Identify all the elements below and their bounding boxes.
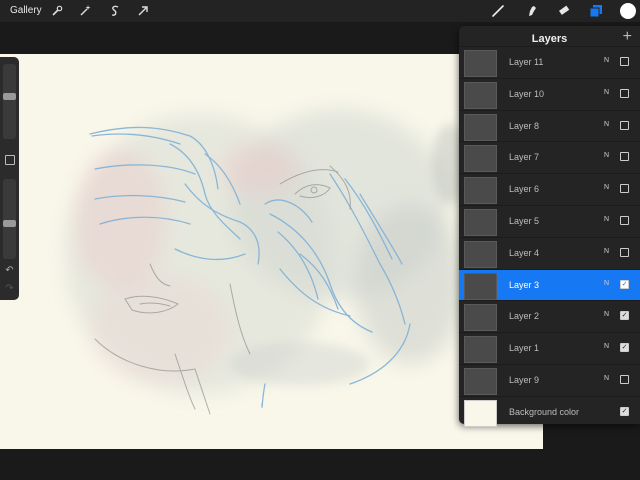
blend-mode-label[interactable]: N [604,152,609,159]
smudge-icon[interactable] [525,4,539,18]
eraser-icon[interactable] [557,4,571,18]
layer-name: Layer 7 [509,152,540,163]
layer-visibility-checkbox[interactable] [620,216,629,225]
selection-s-icon[interactable] [108,4,122,18]
layer-name: Layer 3 [509,279,540,290]
wrench-icon[interactable] [50,4,64,18]
layer-row[interactable]: Layer 1 N ✓ [459,332,640,364]
layer-thumbnail [464,336,497,364]
layer-name: Layer 2 [509,311,540,322]
layer-thumbnail [464,368,497,395]
layer-row[interactable]: Layer 9 N [459,364,640,396]
blend-mode-label[interactable]: N [604,311,609,318]
layer-thumbnail [464,81,497,109]
layer-thumbnail [464,400,497,427]
layer-visibility-checkbox[interactable] [620,120,629,130]
gallery-button[interactable]: Gallery [10,5,42,16]
layer-thumbnail [464,240,497,268]
undo-icon[interactable]: ↶ [3,265,16,277]
blend-mode-label[interactable]: N [604,184,609,191]
layer-visibility-checkbox[interactable] [620,57,629,66]
layer-visibility-checkbox[interactable]: ✓ [620,407,629,416]
layer-visibility-checkbox[interactable] [620,184,629,194]
redo-icon[interactable]: ↷ [3,283,16,295]
color-swatch[interactable] [620,3,636,19]
layer-row[interactable]: Layer 10 N [459,77,640,110]
layers-title: Layers [531,33,568,45]
eyedropper-square[interactable] [5,155,15,165]
blend-mode-label[interactable]: N [604,89,609,96]
layer-row[interactable]: Layer 11 N [459,46,640,78]
layer-name: Layer 11 [509,57,544,67]
blend-mode-label[interactable]: N [604,57,609,64]
top-toolbar: Gallery [0,0,640,22]
magic-wand-icon[interactable] [78,4,92,18]
background-color-row[interactable]: Background color ✓ [459,396,640,428]
brush-icon[interactable] [491,4,505,18]
layer-visibility-checkbox[interactable]: ✓ [620,343,629,353]
add-layer-button[interactable]: + [623,28,632,46]
layer-thumbnail [464,113,497,141]
layer-row[interactable]: Layer 4 N [459,236,640,269]
layer-visibility-checkbox[interactable] [620,152,629,162]
layer-name: Layer 8 [509,120,540,131]
layers-icon[interactable] [589,4,603,18]
layer-thumbnail [464,177,497,205]
blend-mode-label[interactable]: N [604,280,609,287]
layer-visibility-checkbox[interactable] [620,375,629,384]
layer-visibility-checkbox[interactable] [620,88,629,98]
layer-row[interactable]: Layer 5 N [459,205,640,237]
layer-name: Layer 5 [509,216,540,226]
transform-arrow-icon[interactable] [136,4,150,18]
blend-mode-label[interactable]: N [604,248,609,255]
opacity-handle[interactable] [3,219,16,227]
left-sidebar: ↶ ↷ [0,57,19,300]
layer-name: Layer 10 [509,88,545,99]
layer-thumbnail [464,50,497,77]
layer-visibility-checkbox[interactable] [620,247,629,257]
blend-mode-label[interactable]: N [604,216,609,223]
layer-visibility-checkbox[interactable]: ✓ [620,311,629,321]
layer-row[interactable]: Layer 6 N [459,173,640,205]
layer-row[interactable]: Layer 8 N [459,109,640,142]
layer-row[interactable]: Layer 2 N ✓ [459,300,640,332]
layer-visibility-checkbox[interactable]: ✓ [620,279,629,289]
layer-name: Layer 4 [509,247,540,258]
blend-mode-label[interactable]: N [604,343,609,350]
layer-thumbnail [464,145,497,173]
layer-name: Layer 9 [509,375,540,385]
layer-thumbnail [464,209,497,236]
blend-mode-label[interactable]: N [604,375,609,382]
layer-row[interactable]: Layer 3 N ✓ [459,268,640,301]
layer-thumbnail [464,272,497,300]
brush-size-handle[interactable] [3,92,16,100]
layers-panel: Layers + Layer 11 N Layer 10 N Layer 8 N Layer… [459,26,640,427]
blend-mode-label[interactable]: N [604,121,609,128]
brush-size-slider[interactable] [3,64,16,139]
layer-name: Layer 6 [509,184,540,195]
layer-row[interactable]: Layer 7 N [459,141,640,173]
layer-name: Background color [509,407,580,417]
layer-name: Layer 1 [509,343,540,354]
layer-thumbnail [464,304,497,332]
